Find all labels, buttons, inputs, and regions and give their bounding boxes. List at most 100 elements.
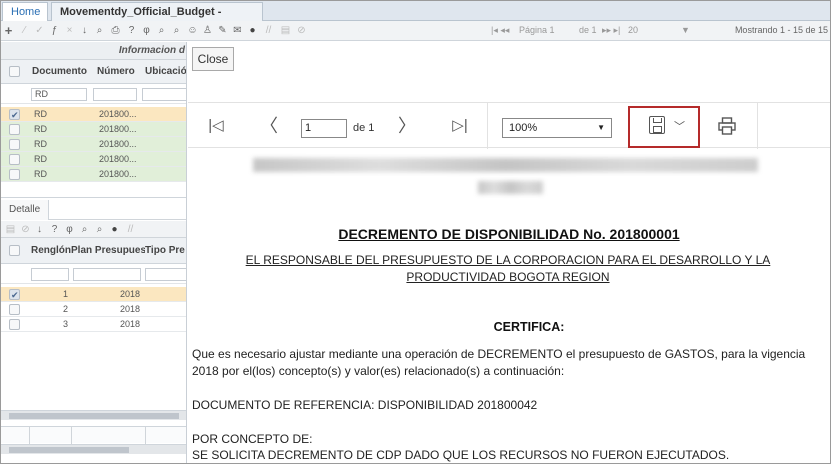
page-number-input[interactable]: 1 (301, 119, 347, 138)
row-checkbox[interactable] (9, 169, 20, 180)
detail-row[interactable]: 2 2018 (1, 302, 186, 317)
detail-row-checkbox[interactable] (9, 319, 20, 330)
add-circle-icon[interactable]: ● (247, 24, 258, 37)
pin-icon[interactable]: ✎ (217, 24, 228, 37)
first-page-icon[interactable]: |◁ (206, 115, 226, 137)
redacted-header-line (253, 158, 758, 172)
tab-home[interactable]: Home (2, 2, 48, 21)
zoom-out-icon[interactable]: ⌕ (171, 24, 182, 37)
filter-documento-input[interactable]: RD (31, 88, 87, 101)
pager-size[interactable]: 20 (628, 24, 638, 37)
detail-filter-icon[interactable]: φ (64, 223, 75, 236)
function-icon[interactable]: ƒ (49, 24, 60, 37)
detail-row-checkbox[interactable] (9, 304, 20, 315)
detail-row[interactable]: 1 2018 (1, 287, 186, 302)
zoom-value: 100% (509, 122, 538, 134)
save-export-button[interactable]: ﹀ (628, 106, 700, 148)
print-toolbar-icon[interactable]: ⎙ (110, 24, 121, 37)
detail-grid-icon[interactable]: ▤ (5, 223, 16, 236)
detail-toolbar: ▤ ⊘ ↓ ? φ ⌕ ⌕ ● // (1, 221, 186, 238)
cell-documento: RD (34, 109, 47, 119)
detail-add-circle-icon[interactable]: ● (109, 223, 120, 236)
col-numero[interactable]: Número (97, 66, 135, 77)
add-icon[interactable]: + (3, 24, 14, 37)
chevron-down-icon: ﹀ (674, 121, 685, 133)
cell-plan: 2018 (120, 289, 141, 299)
col-renglon[interactable]: Renglón (31, 245, 71, 256)
pager-size-dropdown-icon[interactable]: ▼ (681, 24, 690, 37)
col-documento[interactable]: Documento (32, 66, 87, 77)
edit-icon[interactable]: ⁄ (19, 24, 30, 37)
zoom-in-icon[interactable]: ⌕ (156, 24, 167, 37)
filter-ubicacion-input[interactable] (142, 88, 186, 101)
col-plan-presupuesto[interactable]: Plan Presupuest (71, 245, 145, 256)
master-filter-row: RD (1, 84, 186, 104)
select-all-checkbox[interactable] (9, 66, 20, 77)
save-icon (649, 116, 665, 134)
search-icon[interactable]: ⌕ (94, 24, 105, 37)
row-checkbox[interactable] (9, 124, 20, 135)
detail-row-checkbox[interactable] (9, 288, 20, 302)
row-checkbox[interactable] (9, 154, 20, 165)
cell-documento: RD (34, 124, 47, 134)
detail-row[interactable]: 3 2018 (1, 317, 186, 332)
print-icon[interactable] (718, 117, 736, 135)
row-checkbox[interactable] (9, 139, 20, 150)
pager-first-prev[interactable]: |◂ ◂◂ (491, 24, 509, 37)
left-panel: Informacion d Documento Número Ubicació … (1, 42, 187, 463)
grid-icon[interactable]: ▤ (280, 24, 291, 37)
filter-renglon-input[interactable] (31, 268, 69, 281)
scrollbar-thumb[interactable] (9, 413, 179, 419)
detail-clear-icon[interactable]: // (125, 223, 136, 236)
previous-page-icon[interactable]: 〈 (260, 115, 278, 137)
table-row[interactable]: RD 201800... (1, 167, 186, 182)
cancel-icon[interactable]: ⊘ (296, 24, 307, 37)
col-tipo-presupuesto[interactable]: Tipo Pre (145, 245, 186, 256)
pager-page-label: Página 1 (519, 25, 555, 35)
app-window: Home Movementdy_Official_Budget -[qmovo]… (0, 0, 831, 464)
detail-zoom-out-icon[interactable]: ⌕ (94, 223, 105, 236)
col-ubicacion[interactable]: Ubicació (145, 66, 186, 77)
master-grid-header: Documento Número Ubicació (1, 60, 186, 84)
cell-renglon: 1 (63, 289, 69, 299)
table-row[interactable]: RD 201800... (1, 152, 186, 167)
filter-numero-input[interactable] (93, 88, 137, 101)
row-checkbox[interactable] (9, 108, 20, 122)
comment-icon[interactable]: ☺ (187, 24, 198, 37)
tab-detalle[interactable]: Detalle (1, 200, 50, 220)
detalle-tab-bar: Detalle (1, 200, 186, 220)
next-page-icon[interactable]: 〉 (398, 115, 416, 137)
close-button[interactable]: Close (192, 47, 234, 71)
table-row[interactable]: RD 201800... (1, 107, 186, 122)
last-page-icon[interactable]: ▷| (450, 115, 470, 137)
help-icon[interactable]: ? (126, 24, 137, 37)
filter-plan-input[interactable] (73, 268, 141, 281)
clear-icon[interactable]: // (263, 24, 274, 37)
detail-help-icon[interactable]: ? (49, 223, 60, 236)
tab-movement-budget[interactable]: Movementdy_Official_Budget -[qmovo]× (51, 2, 263, 36)
section-header: Informacion d (1, 42, 186, 60)
filter-tipo-input[interactable] (145, 268, 186, 281)
user-icon[interactable]: ♙ (202, 24, 213, 37)
horizontal-scrollbar[interactable] (1, 410, 186, 420)
bottom-scrollbar-thumb[interactable] (9, 447, 129, 453)
table-row[interactable]: RD 201800... (1, 137, 186, 152)
detail-zoom-in-icon[interactable]: ⌕ (79, 223, 90, 236)
certifica-heading: CERTIFICA: (493, 320, 565, 334)
detail-select-all-checkbox[interactable] (9, 245, 20, 256)
redacted-header-line (478, 181, 543, 194)
paragraph-line: 2018 por el(los) concepto(s) y valor(es)… (192, 364, 565, 378)
detail-download-icon[interactable]: ↓ (34, 223, 45, 236)
download-icon[interactable]: ↓ (79, 24, 90, 37)
records-count: Mostrando 1 - 15 de 15 (734, 25, 828, 35)
pager-next-last[interactable]: ▸▸ ▸| (602, 24, 620, 37)
filter-icon[interactable]: φ (141, 24, 152, 37)
delete-icon[interactable]: × (64, 24, 75, 37)
accept-icon[interactable]: ✓ (34, 24, 45, 37)
mail-icon[interactable]: ✉ (232, 24, 243, 37)
detail-cancel-icon[interactable]: ⊘ (20, 223, 31, 236)
zoom-select[interactable]: 100% ▼ (502, 118, 612, 138)
subtitle-line-1: EL RESPONSABLE DEL PRESUPUESTO DE LA COR… (245, 253, 771, 267)
bottom-scrollbar[interactable] (1, 444, 186, 454)
table-row[interactable]: RD 201800... (1, 122, 186, 137)
